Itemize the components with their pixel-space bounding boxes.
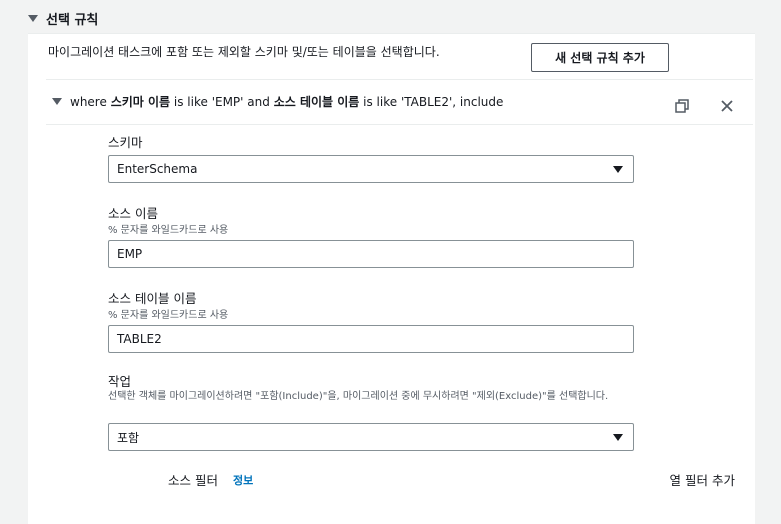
source-table-value: TABLE2 <box>117 332 162 346</box>
section-description: 마이그레이션 태스크에 포함 또는 제외할 스키마 및/또는 테이블을 선택합니… <box>48 45 440 59</box>
source-filter-info-link[interactable]: 정보 <box>233 472 253 488</box>
source-table-hint: % 문자를 와일드카드로 사용 <box>108 310 229 321</box>
action-hint: 선택한 객체를 마이그레이션하려면 "포함(Include)"을, 마이그레이션… <box>108 391 609 402</box>
source-table-input[interactable]: TABLE2 <box>108 325 634 353</box>
copy-icon <box>675 99 689 113</box>
rule-summary: where 스키마 이름 is like 'EMP' and 소스 테이블 이름… <box>70 95 504 109</box>
section-title: 선택 규칙 <box>46 12 99 28</box>
remove-rule-button[interactable] <box>717 96 737 116</box>
section-content: 마이그레이션 태스크에 포함 또는 제외할 스키마 및/또는 테이블을 선택합니… <box>28 33 755 524</box>
close-icon <box>721 100 733 112</box>
schema-select[interactable]: EnterSchema <box>108 155 634 183</box>
action-label: 작업 <box>108 374 132 389</box>
source-table-label: 소스 테이블 이름 <box>108 291 197 306</box>
rule-row: where 스키마 이름 is like 'EMP' and 소스 테이블 이름… <box>46 79 753 125</box>
copy-rule-button[interactable] <box>672 96 692 116</box>
add-selection-rule-button[interactable]: 새 선택 규칙 추가 <box>531 43 669 72</box>
add-column-filter-button[interactable]: 열 필터 추가 <box>670 470 735 489</box>
source-name-value: EMP <box>117 247 143 261</box>
caret-down-icon <box>52 98 62 105</box>
action-select[interactable]: 포함 <box>108 423 634 451</box>
schema-label: 스키마 <box>108 135 143 150</box>
source-name-hint: % 문자를 와일드카드로 사용 <box>108 225 229 236</box>
dropdown-arrow-icon <box>613 434 623 441</box>
dropdown-arrow-icon <box>613 166 623 173</box>
selection-rules-panel: 선택 규칙 마이그레이션 태스크에 포함 또는 제외할 스키마 및/또는 테이블… <box>0 0 781 524</box>
section-header-selection-rules[interactable]: 선택 규칙 <box>28 8 98 28</box>
source-filter-row: 소스 필터 정보 열 필터 추가 <box>168 470 738 490</box>
source-filter-title: 소스 필터 <box>168 473 218 488</box>
schema-value: EnterSchema <box>117 162 198 176</box>
source-name-label: 소스 이름 <box>108 206 158 221</box>
caret-down-icon <box>28 14 38 22</box>
rule-expand-toggle[interactable]: where 스키마 이름 is like 'EMP' and 소스 테이블 이름… <box>52 93 503 110</box>
source-name-input[interactable]: EMP <box>108 240 634 268</box>
action-value: 포함 <box>117 430 140 445</box>
